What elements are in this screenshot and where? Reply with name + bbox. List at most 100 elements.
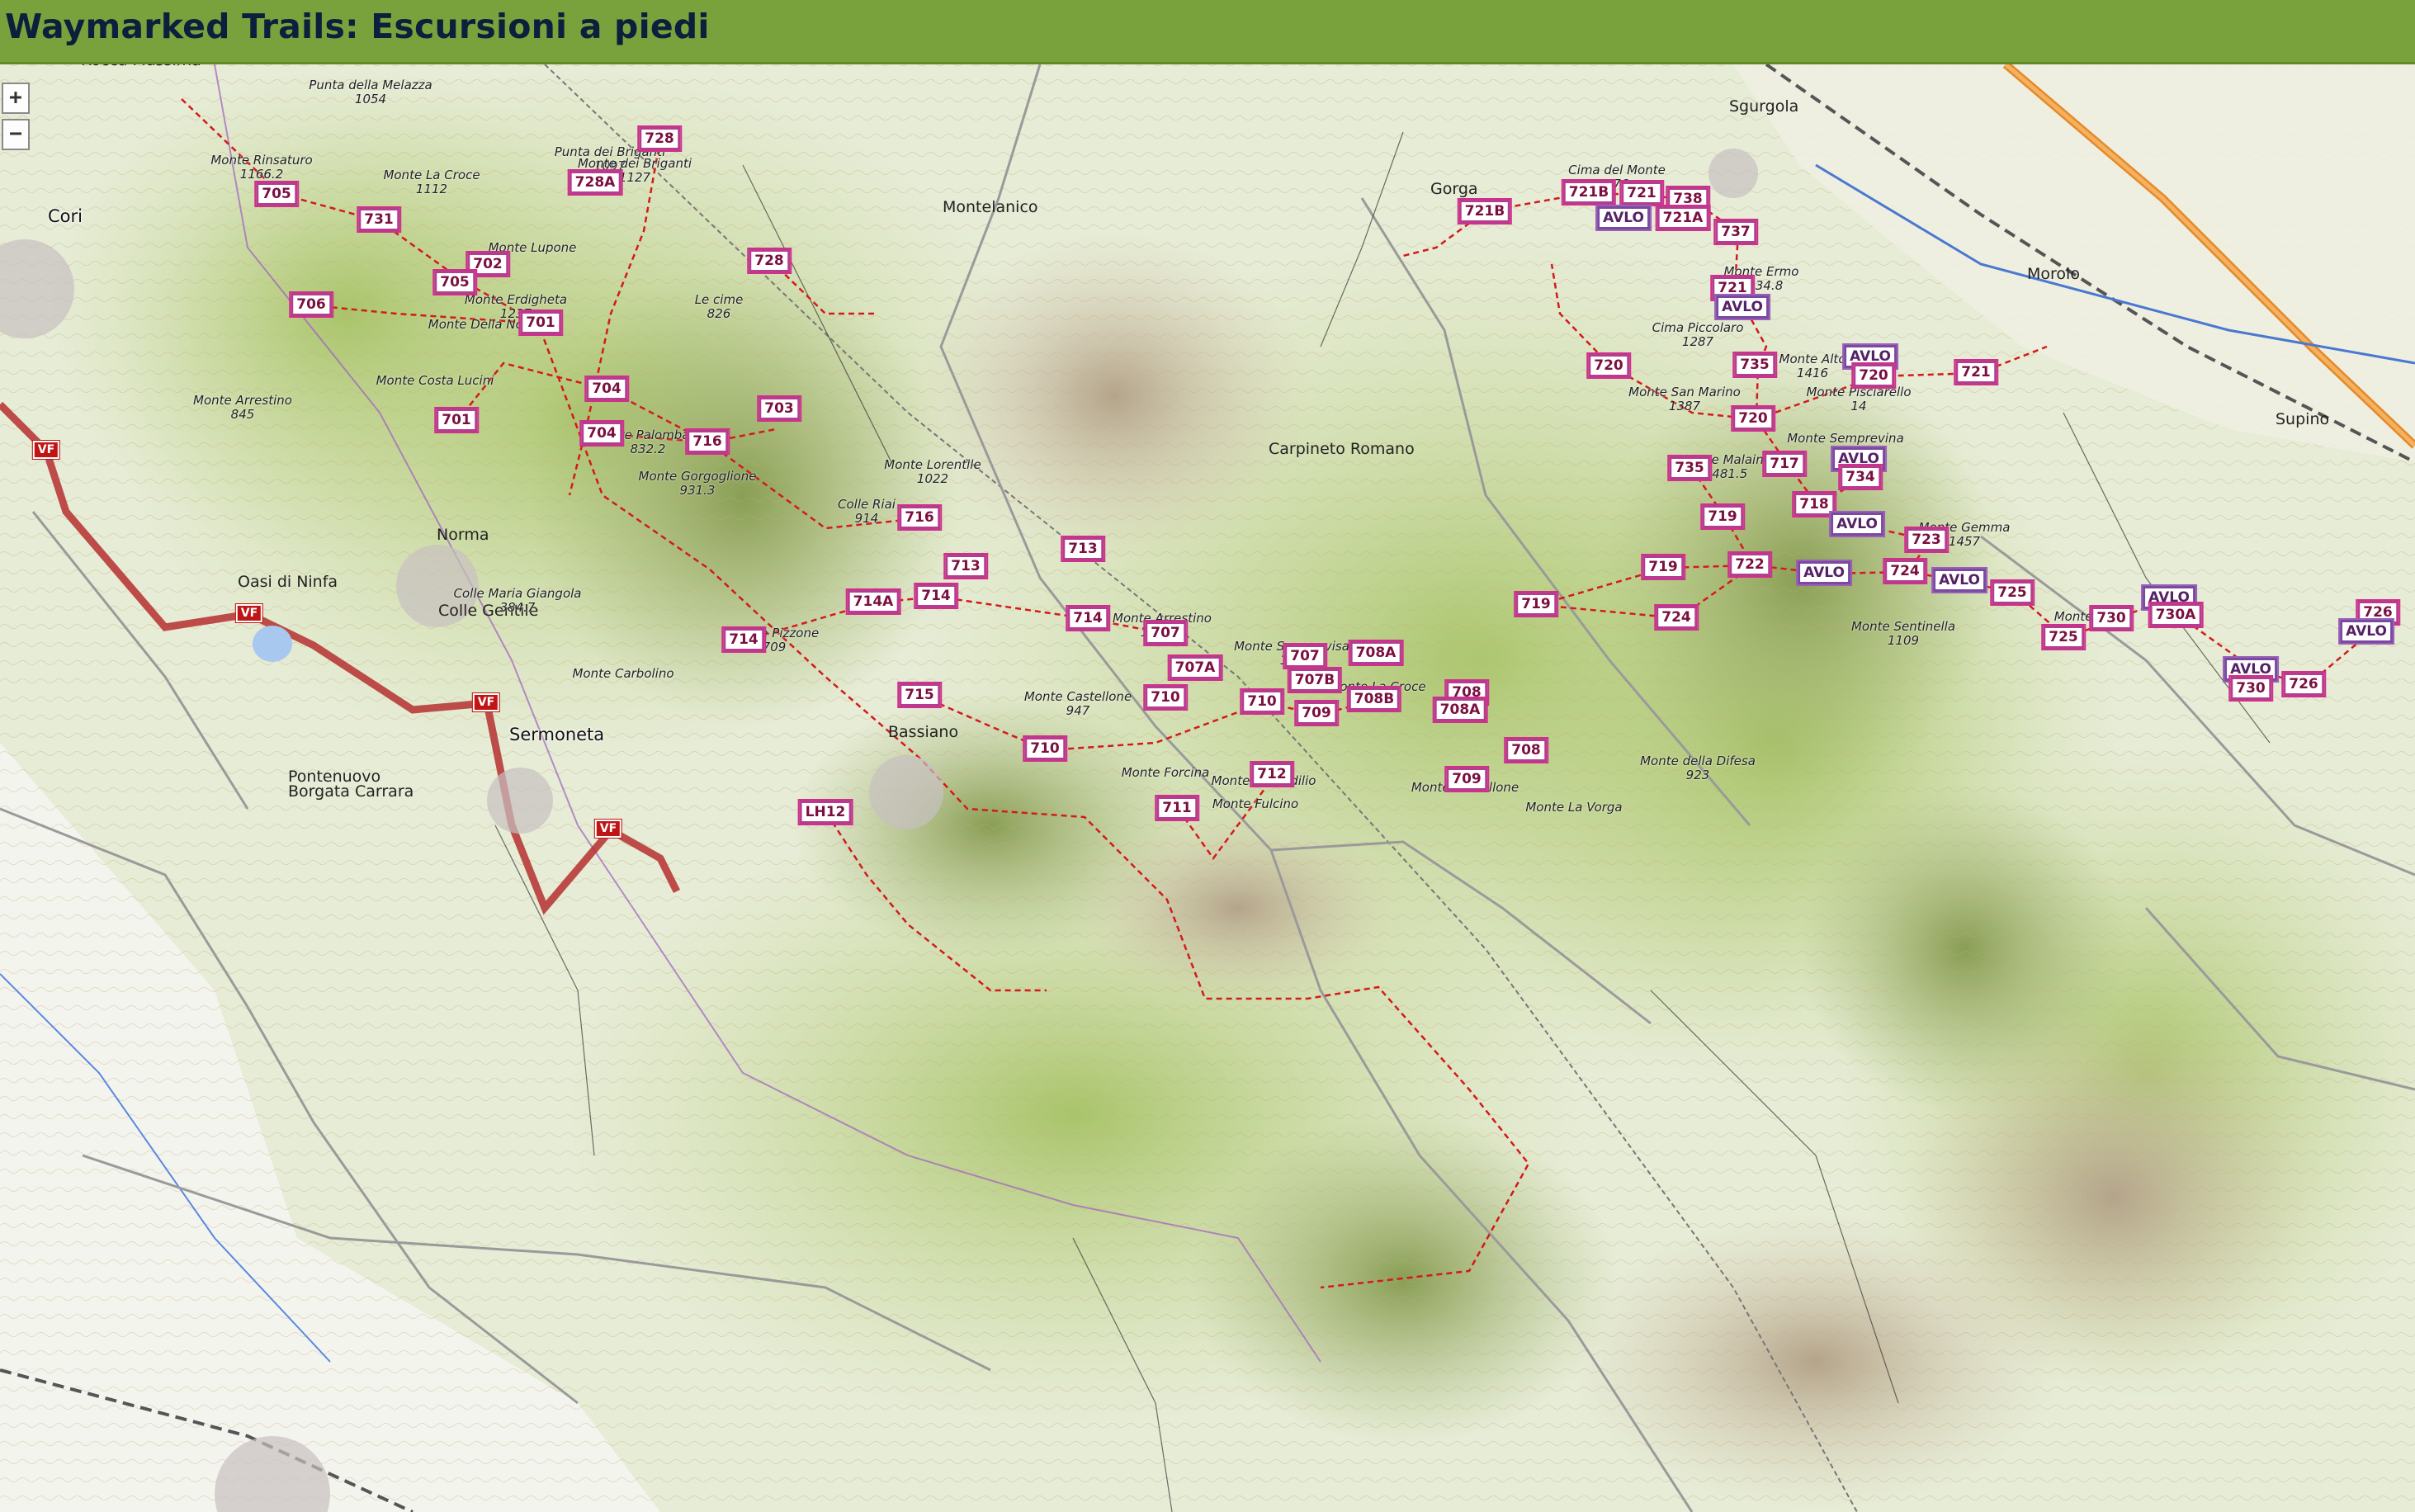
- route-marker-707[interactable]: 707: [1283, 643, 1327, 669]
- route-marker-709[interactable]: 709: [1444, 766, 1489, 792]
- peak-label: Monte Castellone 947: [1024, 690, 1132, 718]
- route-marker-730[interactable]: 730: [2228, 675, 2273, 702]
- route-marker-710[interactable]: 710: [1023, 735, 1067, 762]
- route-marker-716[interactable]: 716: [685, 428, 730, 455]
- route-marker-707b[interactable]: 707B: [1287, 667, 1343, 693]
- long-distance-route-marker[interactable]: VF: [31, 440, 61, 460]
- route-marker-721a[interactable]: 721A: [1655, 205, 1711, 231]
- route-marker-713[interactable]: 713: [1061, 536, 1105, 562]
- peak-elevation: 384.7: [499, 600, 536, 615]
- route-marker-719[interactable]: 719: [1641, 554, 1685, 580]
- route-marker-avlo[interactable]: AVLO: [1714, 294, 1770, 320]
- route-marker-725[interactable]: 725: [2041, 624, 2086, 650]
- route-marker-718[interactable]: 718: [1792, 491, 1836, 517]
- peak-label: Monte Fulcino: [1212, 797, 1298, 811]
- route-marker-708[interactable]: 708: [1504, 737, 1548, 763]
- route-marker-723[interactable]: 723: [1904, 527, 1949, 553]
- place-label-sgurgola: Sgurgola: [1729, 97, 1799, 116]
- long-distance-route-marker[interactable]: VF: [234, 603, 264, 623]
- peak-label: Monte Arrestino 845: [193, 394, 292, 422]
- route-marker-707a[interactable]: 707A: [1167, 654, 1223, 681]
- peak-label: Le cime 826: [695, 293, 744, 321]
- place-label-norma: Norma: [437, 526, 489, 544]
- route-marker-721b[interactable]: 721B: [1457, 198, 1513, 224]
- peak-elevation: 1022: [916, 471, 949, 486]
- route-marker-730a[interactable]: 730A: [2148, 602, 2204, 628]
- peak-name: Monte Arrestino: [193, 393, 292, 408]
- peak-name: Colle Maria Giangola: [453, 586, 582, 601]
- route-marker-720[interactable]: 720: [1731, 405, 1775, 432]
- route-marker-716[interactable]: 716: [897, 504, 942, 531]
- peak-name: Punta della Melazza: [309, 78, 432, 92]
- route-marker-708b[interactable]: 708B: [1346, 686, 1402, 712]
- peak-label: Monte Pisciarello 14: [1806, 385, 1911, 413]
- route-marker-720[interactable]: 720: [1851, 362, 1896, 389]
- route-marker-701[interactable]: 701: [434, 407, 479, 433]
- route-marker-728[interactable]: 728: [637, 125, 682, 152]
- peak-name: Monte della Difesa: [1640, 754, 1756, 768]
- route-marker-721b[interactable]: 721B: [1561, 179, 1617, 206]
- route-marker-707[interactable]: 707: [1143, 620, 1188, 646]
- place-label-carpineto: Carpineto Romano: [1269, 440, 1415, 458]
- long-distance-route-marker[interactable]: VF: [471, 692, 501, 712]
- peak-label: Monte Carbolino: [572, 667, 673, 681]
- route-marker-721[interactable]: 721: [1619, 180, 1664, 206]
- long-distance-route-marker[interactable]: VF: [593, 819, 623, 839]
- zoom-in-button[interactable]: +: [2, 83, 30, 114]
- route-marker-lh12[interactable]: LH12: [797, 799, 853, 825]
- peak-elevation: 14: [1850, 399, 1867, 413]
- route-marker-735[interactable]: 735: [1732, 352, 1777, 378]
- route-marker-731[interactable]: 731: [357, 206, 401, 233]
- route-marker-730[interactable]: 730: [2089, 605, 2134, 631]
- peak-elevation: 1112: [415, 182, 448, 196]
- route-marker-710[interactable]: 710: [1240, 688, 1284, 715]
- peak-elevation: 923: [1685, 768, 1710, 782]
- route-marker-714[interactable]: 714: [914, 583, 958, 609]
- route-marker-715[interactable]: 715: [897, 682, 942, 708]
- route-marker-725[interactable]: 725: [1990, 579, 2035, 606]
- route-marker-705[interactable]: 705: [432, 269, 477, 295]
- route-marker-713[interactable]: 713: [943, 553, 988, 579]
- route-marker-711[interactable]: 711: [1155, 795, 1199, 821]
- route-marker-avlo[interactable]: AVLO: [1931, 567, 1987, 593]
- route-marker-737[interactable]: 737: [1713, 219, 1758, 245]
- route-marker-721[interactable]: 721: [1954, 359, 1998, 385]
- route-marker-avlo[interactable]: AVLO: [2338, 618, 2394, 645]
- route-marker-avlo[interactable]: AVLO: [1595, 205, 1652, 231]
- place-label-morolo: Morolo: [2027, 265, 2080, 283]
- route-marker-714[interactable]: 714: [721, 626, 766, 653]
- app-header: Waymarked Trails: Escursioni a piedi: [0, 0, 2415, 64]
- route-marker-728[interactable]: 728: [747, 248, 792, 274]
- route-marker-714[interactable]: 714: [1066, 605, 1110, 631]
- route-marker-710[interactable]: 710: [1143, 684, 1188, 711]
- route-marker-705[interactable]: 705: [254, 181, 299, 207]
- route-marker-722[interactable]: 722: [1727, 551, 1772, 578]
- zoom-out-button[interactable]: −: [2, 119, 30, 150]
- peak-elevation: 1127: [618, 170, 651, 185]
- route-marker-734[interactable]: 734: [1838, 464, 1883, 490]
- route-marker-720[interactable]: 720: [1586, 352, 1631, 379]
- route-marker-728a[interactable]: 728A: [567, 169, 623, 196]
- route-marker-703[interactable]: 703: [757, 395, 801, 422]
- route-marker-708a[interactable]: 708A: [1432, 697, 1488, 723]
- route-marker-724[interactable]: 724: [1654, 604, 1699, 631]
- route-marker-719[interactable]: 719: [1514, 591, 1558, 617]
- route-marker-709[interactable]: 709: [1294, 700, 1339, 726]
- route-marker-717[interactable]: 717: [1762, 451, 1807, 477]
- route-marker-726[interactable]: 726: [2281, 671, 2326, 697]
- route-marker-714a[interactable]: 714A: [845, 588, 901, 615]
- route-marker-704[interactable]: 704: [584, 376, 629, 402]
- map-canvas[interactable]: Rocca Massima Cori Montelanico Gorga Sgurgol…: [0, 64, 2415, 1512]
- route-marker-719[interactable]: 719: [1700, 503, 1745, 530]
- route-marker-avlo[interactable]: AVLO: [1796, 560, 1852, 586]
- route-marker-724[interactable]: 724: [1883, 558, 1927, 584]
- route-marker-704[interactable]: 704: [579, 420, 624, 447]
- peak-name: Colle Riai: [838, 497, 896, 512]
- route-marker-701[interactable]: 701: [518, 309, 563, 336]
- route-marker-706[interactable]: 706: [289, 291, 333, 318]
- route-marker-735[interactable]: 735: [1667, 455, 1712, 481]
- route-marker-avlo[interactable]: AVLO: [1829, 511, 1885, 537]
- place-label-oasi: Oasi di Ninfa: [238, 573, 338, 591]
- route-marker-708a[interactable]: 708A: [1348, 640, 1404, 666]
- route-marker-712[interactable]: 712: [1250, 761, 1294, 787]
